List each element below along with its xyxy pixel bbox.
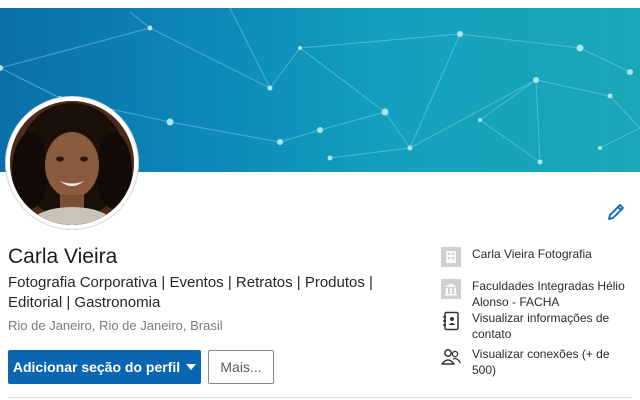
pencil-icon (608, 204, 624, 220)
contact-book-icon (440, 310, 462, 332)
people-icon (440, 346, 462, 368)
edit-profile-button[interactable] (604, 200, 628, 224)
add-profile-section-label: Adicionar seção do perfil (12, 359, 181, 375)
avatar[interactable] (6, 97, 138, 229)
sidebar-item-school[interactable]: Faculdades Integradas Hélio Alonso - FAC… (440, 278, 636, 310)
company-icon (440, 246, 462, 268)
profile-name: Carla Vieira (8, 245, 118, 268)
sidebar-item-label: Visualizar informações de contato (472, 311, 610, 341)
profile-headline: Fotografia Corporativa | Eventos | Retra… (8, 274, 373, 311)
sidebar-item-contact-info[interactable]: Visualizar informações de contato (440, 310, 636, 342)
sidebar-item-connections[interactable]: Visualizar conexões (+ de 500) (440, 346, 636, 378)
caret-down-icon (186, 364, 197, 370)
sidebar-item-label: Carla Vieira Fotografia (472, 247, 592, 261)
more-button[interactable]: Mais... (208, 350, 274, 384)
sidebar-item-label: Faculdades Integradas Hélio Alonso - FAC… (472, 279, 625, 309)
profile-card: Carla Vieira Fotografia Corporativa | Ev… (0, 0, 640, 400)
sidebar-item-label: Visualizar conexões (+ de 500) (472, 347, 610, 377)
profile-location: Rio de Janeiro, Rio de Janeiro, Brasil (8, 318, 223, 333)
divider (8, 397, 632, 398)
sidebar-item-company[interactable]: Carla Vieira Fotografia (440, 246, 636, 268)
school-icon (440, 278, 462, 300)
add-profile-section-button[interactable]: Adicionar seção do perfil (8, 350, 201, 384)
avatar-photo (10, 101, 134, 225)
